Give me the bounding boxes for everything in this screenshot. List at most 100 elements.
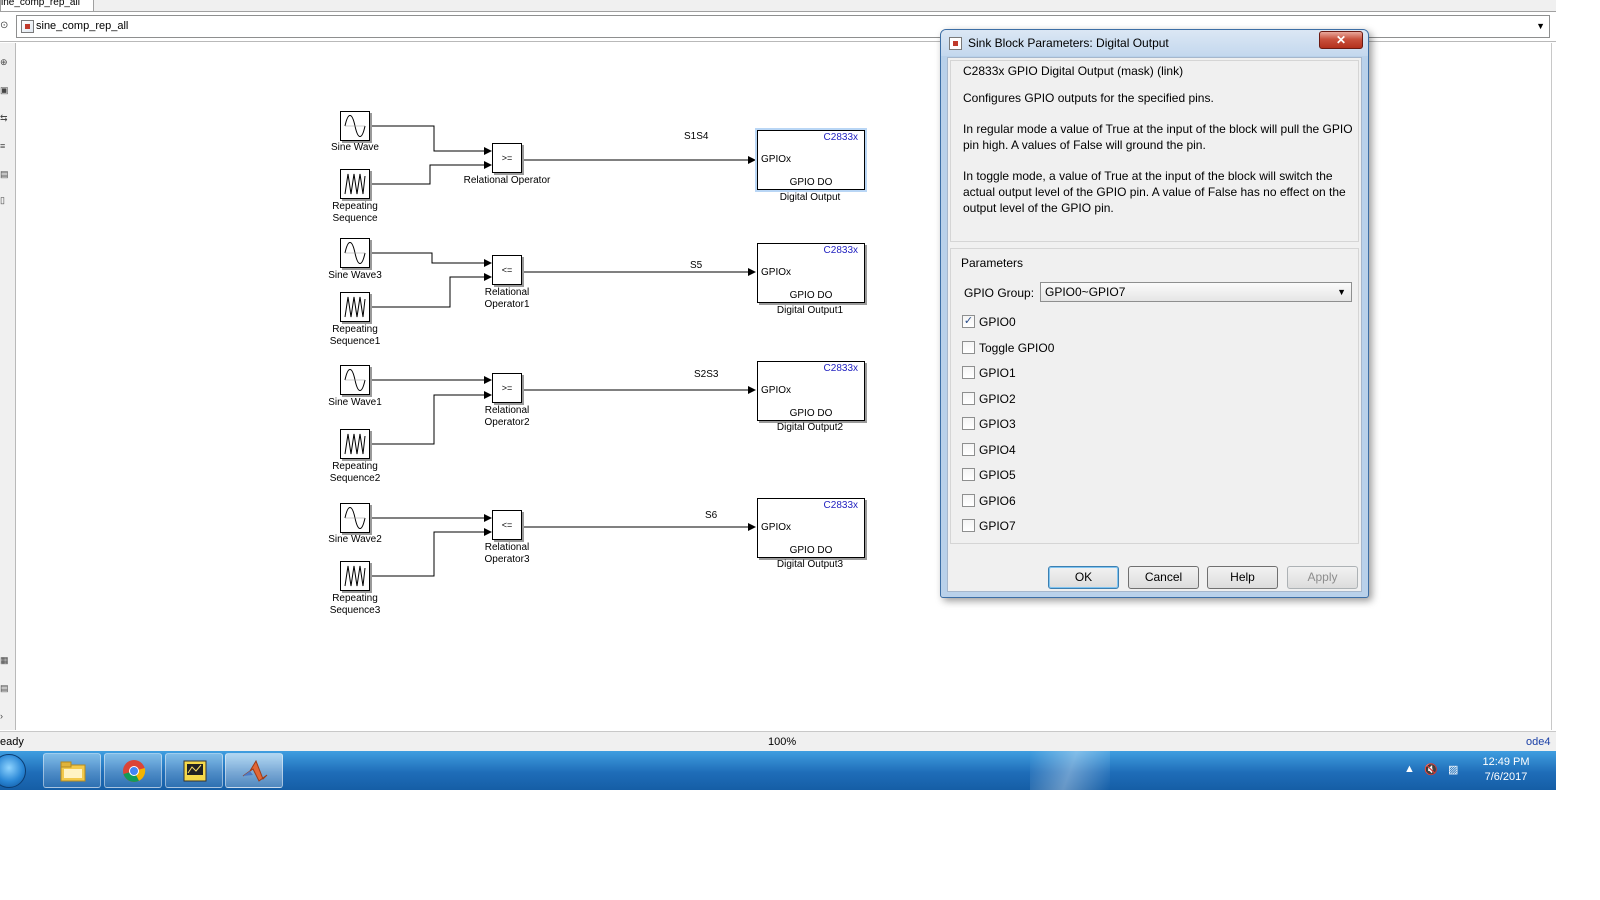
target-tag: C2833x [823, 363, 858, 374]
description-paragraph: In toggle mode, a value of True at the i… [963, 169, 1346, 215]
input-port-label: GPIOx [761, 522, 792, 533]
sine-icon [344, 507, 366, 529]
network-icon[interactable]: ▨ [1448, 763, 1458, 776]
signal-label: S6 [705, 510, 718, 521]
checkbox-label: Toggle GPIO0 [979, 341, 1055, 355]
relational-operator-block[interactable]: >= [492, 373, 522, 403]
simulink-icon [949, 37, 962, 50]
sine-wave-block[interactable] [340, 365, 370, 395]
fit-view-icon[interactable]: ▣ [0, 85, 10, 95]
zoom-icon[interactable]: ⊕ [0, 57, 10, 67]
repeating-sequence-block[interactable] [340, 292, 370, 322]
block-label: Relational Operator3 [484, 542, 530, 565]
digital-output-block[interactable]: C2833x GPIOx GPIO DO [757, 361, 865, 421]
operator-symbol: <= [501, 520, 513, 530]
dialog-body: C2833x GPIO Digital Output (mask) (link)… [947, 57, 1362, 592]
area-icon[interactable]: ▯ [0, 195, 10, 205]
checkbox[interactable] [962, 417, 975, 430]
speaker-muted-icon[interactable]: 🔇 [1424, 763, 1438, 776]
taskbar-chrome[interactable] [104, 753, 162, 788]
description-paragraph: Configures GPIO outputs for the specifie… [963, 91, 1214, 105]
block-label: Sine Wave2 [328, 534, 382, 545]
zoom-level: 100% [768, 736, 797, 748]
operator-symbol: >= [501, 153, 513, 163]
help-button[interactable]: Help [1207, 566, 1278, 589]
explorer-bar-icon[interactable]: ▤ [0, 683, 10, 693]
annotation-icon[interactable]: ≡ [0, 141, 10, 151]
checkbox[interactable] [962, 341, 975, 354]
checkbox-label: GPIO5 [979, 468, 1016, 482]
sine-wave-block[interactable] [340, 238, 370, 268]
relational-operator-block[interactable]: <= [492, 510, 522, 540]
gpio-group-value: GPIO0~GPIO7 [1045, 285, 1126, 299]
checkbox[interactable] [962, 494, 975, 507]
operator-symbol: >= [501, 383, 513, 393]
arrows-icon[interactable]: ⇆ [0, 113, 10, 123]
chevron-down-icon[interactable]: ▼ [1536, 21, 1545, 31]
block-text: GPIO DO [789, 408, 833, 419]
sine-wave-block[interactable] [340, 503, 370, 533]
model-tab[interactable]: ine_comp_rep_all [0, 0, 94, 12]
mask-header: C2833x GPIO Digital Output (mask) (link) [961, 64, 1186, 78]
start-button[interactable] [0, 754, 26, 788]
block-parameters-dialog: Sink Block Parameters: Digital Output ✕ … [940, 29, 1369, 598]
chrome-icon [123, 760, 146, 782]
sine-icon [344, 369, 366, 391]
block-label: Relational Operator2 [484, 405, 530, 428]
signal-label: S1S4 [684, 131, 709, 142]
digital-output-block[interactable]: C2833x GPIOx GPIO DO [757, 498, 865, 558]
block-label: Digital Output3 [776, 559, 844, 570]
digital-output-block[interactable]: C2833x GPIOx GPIO DO [757, 243, 865, 303]
repeating-sequence-block[interactable] [340, 429, 370, 459]
model-tab-strip: ine_comp_rep_all [0, 0, 1556, 12]
checkbox-label: GPIO3 [979, 417, 1016, 431]
collapse-icon[interactable]: › [0, 711, 10, 721]
checkbox[interactable] [962, 366, 975, 379]
repeating-sequence-block[interactable] [340, 169, 370, 199]
clock[interactable]: 12:49 PM 7/6/2017 [1476, 755, 1536, 785]
digital-output-block[interactable]: C2833x GPIOx GPIO DO [755, 128, 867, 192]
ok-button[interactable]: OK [1048, 566, 1119, 589]
checkbox-label: GPIO7 [979, 519, 1016, 533]
taskbar-file-explorer[interactable] [43, 753, 101, 788]
hide-browser-icon[interactable]: ⊙ [0, 20, 8, 31]
sawtooth-icon [344, 296, 366, 318]
dialog-titlebar[interactable]: Sink Block Parameters: Digital Output ✕ [941, 30, 1368, 56]
block-label: Sine Wave3 [328, 270, 382, 281]
clock-date: 7/6/2017 [1484, 771, 1528, 783]
checkbox[interactable] [962, 519, 975, 532]
solver-link[interactable]: ode4 [1526, 736, 1550, 748]
checkbox[interactable] [962, 468, 975, 481]
target-tag: C2833x [823, 500, 858, 511]
model-browser-icon[interactable]: ▦ [0, 655, 10, 665]
block-label: Repeating Sequence3 [329, 593, 381, 616]
tool-palette: ⊕ ▣ ⇆ ≡ ▤ ▯ ▦ ▤ › [0, 43, 16, 730]
checkbox-label: GPIO2 [979, 392, 1016, 406]
parameters-group: Parameters GPIO Group: GPIO0~GPIO7 ▼ ✓ G… [950, 248, 1359, 544]
sine-wave-block[interactable] [340, 111, 370, 141]
checkbox-label: GPIO0 [979, 315, 1016, 329]
block-label: Digital Output [779, 192, 841, 203]
checkbox[interactable] [962, 443, 975, 456]
taskbar-labview[interactable] [165, 753, 223, 788]
relational-operator-block[interactable]: >= [492, 143, 522, 173]
checkbox[interactable] [962, 392, 975, 405]
show-hidden-icons-icon[interactable]: ▲ [1404, 763, 1415, 775]
apply-button[interactable]: Apply [1287, 566, 1358, 589]
model-path-text: sine_comp_rep_all [36, 20, 129, 32]
target-tag: C2833x [823, 132, 858, 143]
block-text: GPIO DO [789, 545, 833, 556]
cancel-button[interactable]: Cancel [1128, 566, 1199, 589]
repeating-sequence-block[interactable] [340, 561, 370, 591]
image-icon[interactable]: ▤ [0, 169, 10, 179]
input-port-label: GPIOx [761, 267, 792, 278]
relational-operator-block[interactable]: <= [492, 255, 522, 285]
taskbar-matlab[interactable] [225, 753, 283, 788]
checkbox[interactable]: ✓ [962, 315, 975, 328]
model-icon [21, 20, 34, 33]
checkbox-label: GPIO4 [979, 443, 1016, 457]
close-button[interactable]: ✕ [1319, 31, 1363, 49]
gpio-group-select[interactable]: GPIO0~GPIO7 ▼ [1040, 282, 1352, 302]
sawtooth-icon [344, 565, 366, 587]
clock-time: 12:49 PM [1482, 756, 1530, 768]
